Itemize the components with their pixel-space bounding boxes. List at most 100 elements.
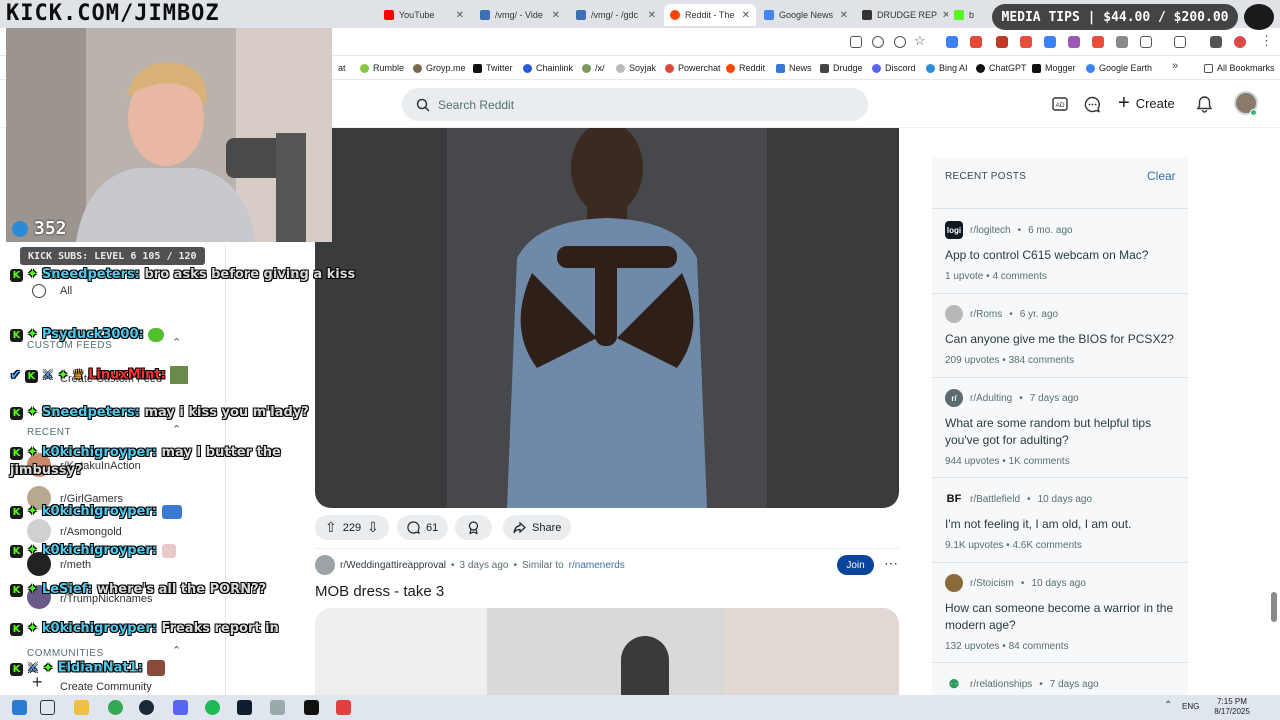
profile-avatar[interactable] bbox=[1234, 36, 1246, 48]
recent-post-title[interactable]: I'm not feeling it, I am old, I am out. bbox=[945, 516, 1177, 533]
zoom-icon[interactable] bbox=[872, 36, 884, 48]
extension-icon[interactable] bbox=[970, 36, 982, 48]
gmail-icon[interactable] bbox=[996, 36, 1008, 48]
recent-post-subreddit[interactable]: r/Stoicism • 10 days ago bbox=[945, 574, 1086, 592]
browser-tab-reddit[interactable]: Reddit - The ✕ bbox=[664, 4, 756, 26]
task-view-icon[interactable] bbox=[40, 700, 55, 715]
app-icon[interactable] bbox=[336, 700, 351, 715]
search-input[interactable]: Search Reddit bbox=[402, 88, 868, 121]
discord-icon[interactable] bbox=[173, 700, 188, 715]
bookmark-google-earth[interactable]: Google Earth bbox=[1086, 61, 1152, 75]
join-button[interactable]: Join bbox=[837, 555, 874, 575]
upvote-icon[interactable]: ⇧ bbox=[325, 519, 337, 536]
post-title[interactable]: MOB dress - take 3 bbox=[315, 583, 444, 600]
bookmark-powerchat[interactable]: Powerchat bbox=[665, 61, 721, 75]
language-indicator[interactable]: ENG bbox=[1182, 702, 1199, 711]
bookmark-discord[interactable]: Discord bbox=[872, 61, 916, 75]
browser-tab-vmg[interactable]: /vmg/ - Vide ✕ bbox=[474, 4, 566, 26]
bookmark-x-board[interactable]: /x/ bbox=[582, 61, 605, 75]
close-icon[interactable]: ✕ bbox=[648, 10, 656, 21]
share-page-icon[interactable] bbox=[850, 36, 862, 48]
extension-icon[interactable] bbox=[946, 36, 958, 48]
tray-chevron-icon[interactable]: ⌃ bbox=[1164, 700, 1172, 711]
chat-icon[interactable] bbox=[1084, 96, 1101, 113]
recent-post-title[interactable]: What are some random but helpful tips yo… bbox=[945, 415, 1177, 449]
app-icon[interactable] bbox=[270, 700, 285, 715]
recent-post-subreddit[interactable]: r/Roms • 6 yr. ago bbox=[945, 305, 1058, 323]
similar-subreddit-link[interactable]: r/namenerds bbox=[569, 560, 625, 571]
browser-tab-google-news[interactable]: Google News ✕ bbox=[758, 4, 854, 26]
menu-icon[interactable]: ⋮ bbox=[1260, 33, 1273, 49]
recent-post-title[interactable]: App to control C615 webcam on Mac? bbox=[945, 247, 1177, 264]
subreddit-link[interactable]: r/Weddingattireapproval bbox=[340, 560, 446, 571]
chevron-up-icon[interactable]: ⌃ bbox=[172, 423, 181, 436]
file-explorer-icon[interactable] bbox=[74, 700, 89, 715]
bookmark-mogger[interactable]: Mogger bbox=[1032, 61, 1076, 75]
bookmark-star-icon[interactable]: ☆ bbox=[914, 33, 926, 49]
advertise-icon[interactable]: AD bbox=[1052, 96, 1068, 112]
spotify-icon[interactable] bbox=[205, 700, 220, 715]
browser-tab-youtube[interactable]: YouTube ✕ bbox=[378, 4, 470, 26]
steam-icon[interactable] bbox=[139, 700, 154, 715]
award-button[interactable] bbox=[455, 515, 492, 540]
browser-tab-drudge[interactable]: DRUDGE REP ✕ bbox=[856, 4, 948, 26]
share-button[interactable]: Share bbox=[503, 515, 572, 540]
notifications-bell-icon[interactable] bbox=[1196, 95, 1213, 113]
clear-recent-button[interactable]: Clear bbox=[1147, 169, 1176, 183]
extension-icon[interactable] bbox=[1116, 36, 1128, 48]
bookmark-news[interactable]: News bbox=[776, 61, 812, 75]
bookmark-groyp[interactable]: Groyp.me bbox=[413, 61, 466, 75]
extension-icon[interactable] bbox=[1068, 36, 1080, 48]
bookmark-chatgpt[interactable]: ChatGPT bbox=[976, 61, 1027, 75]
recent-post-title[interactable]: Can anyone give me the BIOS for PCSX2? bbox=[945, 331, 1177, 348]
chrome-icon[interactable] bbox=[108, 700, 123, 715]
obs-icon[interactable] bbox=[304, 700, 319, 715]
scrollbar-thumb[interactable] bbox=[1271, 592, 1277, 622]
bookmark-bing-ai[interactable]: Bing AI bbox=[926, 61, 968, 75]
terminal-icon[interactable] bbox=[237, 700, 252, 715]
downvote-icon[interactable]: ⇩ bbox=[367, 519, 379, 536]
bookmark-twitter[interactable]: Twitter bbox=[473, 61, 513, 75]
all-bookmarks-folder[interactable]: All Bookmarks bbox=[1204, 61, 1275, 75]
bookmark-soyjak[interactable]: Soyjak bbox=[616, 61, 656, 75]
browser-tab-vmg-gdc[interactable]: /vmg/ - /gdc ✕ bbox=[570, 4, 662, 26]
extension-icon[interactable] bbox=[1020, 36, 1032, 48]
comments-button[interactable]: 61 bbox=[397, 515, 449, 540]
recent-item-meth[interactable]: r/meth bbox=[60, 559, 91, 571]
bookmark-rumble[interactable]: Rumble bbox=[360, 61, 404, 75]
post-image[interactable] bbox=[315, 128, 899, 508]
browser-tab-kick[interactable]: b bbox=[948, 4, 988, 26]
performance-icon[interactable] bbox=[894, 36, 906, 48]
extension-icon[interactable] bbox=[1044, 36, 1056, 48]
more-bookmarks-chevron-icon[interactable]: » bbox=[1172, 60, 1178, 72]
clock[interactable]: 7:15 PM 8/17/2025 bbox=[1210, 697, 1254, 717]
more-options-icon[interactable]: ⋯ bbox=[884, 555, 898, 572]
downloads-icon[interactable] bbox=[1210, 36, 1222, 48]
extension-icon[interactable] bbox=[1092, 36, 1104, 48]
bookmark-drudge[interactable]: Drudge bbox=[820, 61, 863, 75]
nav-item-all[interactable]: All bbox=[60, 285, 72, 297]
create-post-button[interactable]: + Create bbox=[1118, 93, 1175, 113]
recent-item-asmongold[interactable]: r/Asmongold bbox=[60, 526, 122, 538]
create-community-link[interactable]: Create Community bbox=[60, 681, 152, 693]
close-icon[interactable]: ✕ bbox=[456, 10, 464, 21]
recent-post-subreddit[interactable]: logi r/logitech • 6 mo. ago bbox=[945, 221, 1073, 239]
close-icon[interactable]: ✕ bbox=[552, 10, 560, 21]
bookmark-item[interactable]: at bbox=[338, 61, 346, 75]
post-image[interactable] bbox=[315, 608, 899, 698]
bookmark-chainlink[interactable]: Chainlink bbox=[523, 61, 573, 75]
recent-post-subreddit[interactable]: BF r/Battlefield • 10 days ago bbox=[945, 490, 1092, 508]
recent-post-subreddit[interactable]: r/ r/Adulting • 7 days ago bbox=[945, 389, 1079, 407]
chevron-up-icon[interactable]: ⌃ bbox=[172, 336, 181, 349]
recent-post-title[interactable]: How can someone become a warrior in the … bbox=[945, 600, 1177, 634]
close-icon[interactable]: ✕ bbox=[742, 10, 750, 21]
recent-post-subreddit[interactable]: ⚉ r/relationships • 7 days ago bbox=[945, 675, 1099, 693]
side-panel-icon[interactable] bbox=[1174, 36, 1186, 48]
subreddit-avatar[interactable] bbox=[315, 555, 335, 575]
bookmark-reddit[interactable]: Reddit bbox=[726, 61, 765, 75]
close-icon[interactable]: ✕ bbox=[840, 10, 848, 21]
chevron-up-icon[interactable]: ⌃ bbox=[172, 644, 181, 657]
start-icon[interactable] bbox=[12, 700, 27, 715]
extensions-puzzle-icon[interactable] bbox=[1140, 36, 1152, 48]
recent-posts-heading: RECENT POSTS bbox=[945, 171, 1027, 182]
